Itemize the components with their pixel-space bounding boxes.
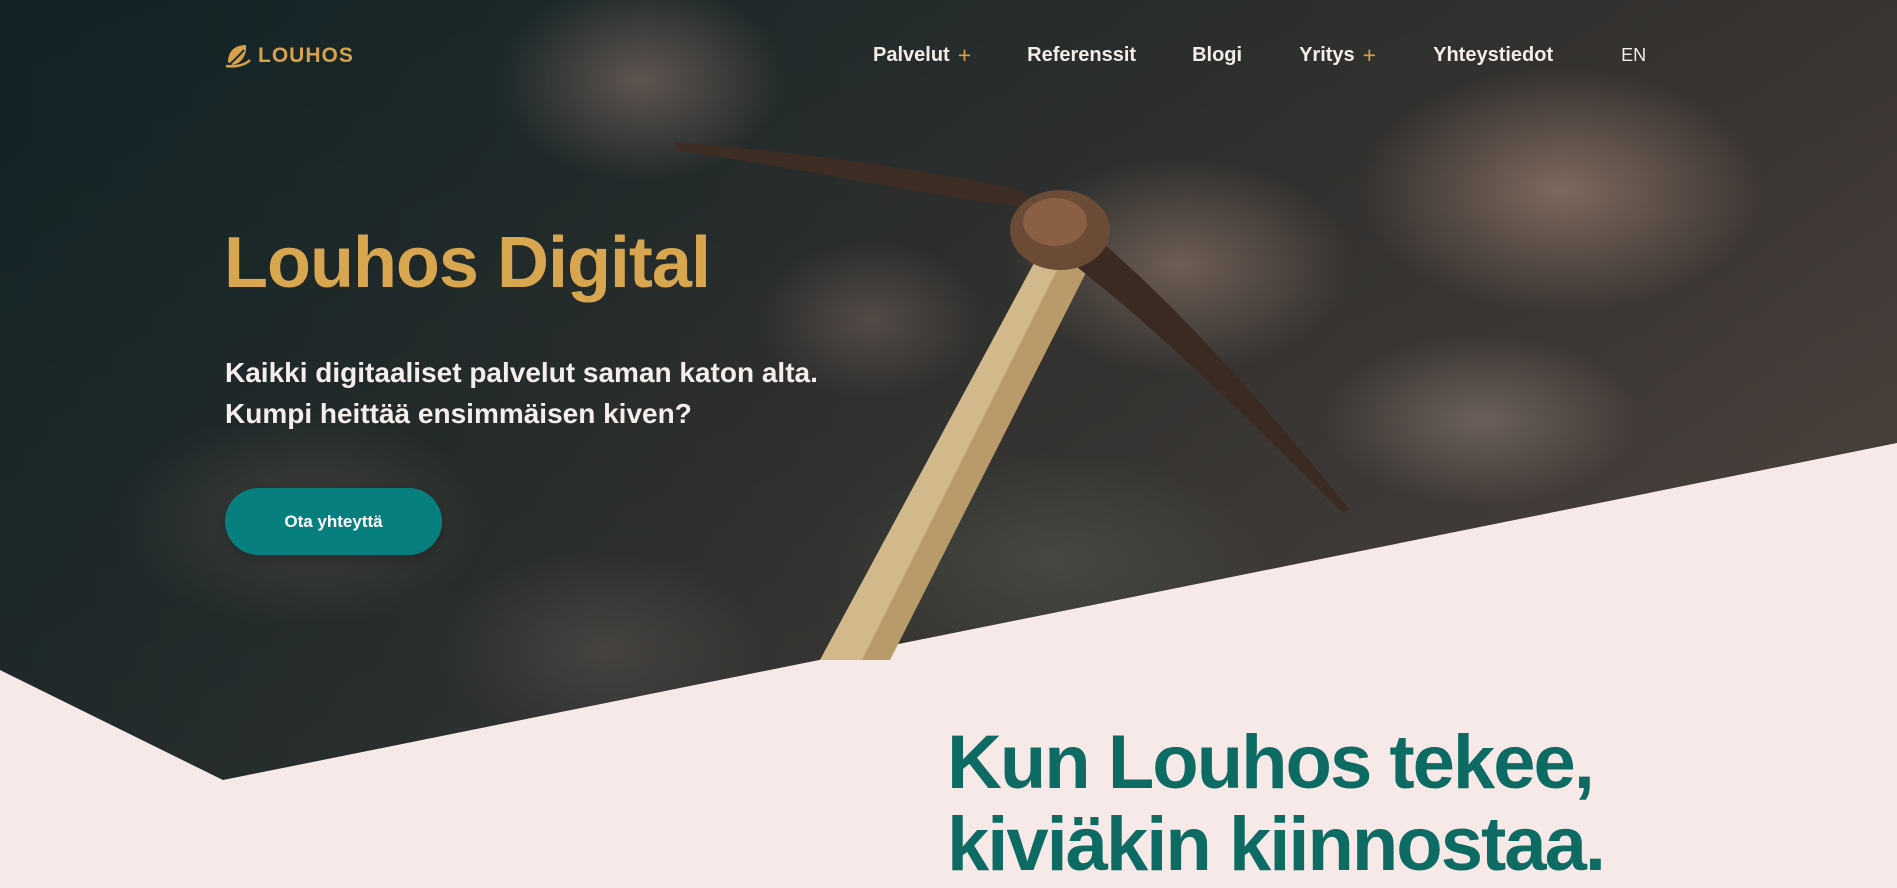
nav-item-blogi[interactable]: Blogi bbox=[1192, 44, 1242, 67]
plus-icon: + bbox=[957, 42, 972, 68]
nav-item-palvelut[interactable]: Palvelut + bbox=[873, 44, 971, 67]
site-header: LOUHOS Palvelut + Referenssit Blogi Yrit… bbox=[0, 0, 1897, 112]
intro-heading-line: Kun Louhos tekee, bbox=[947, 720, 1595, 805]
hero-title: Louhos Digital bbox=[224, 223, 711, 303]
nav-item-label: Yritys bbox=[1299, 44, 1355, 66]
language-switch[interactable]: EN bbox=[1621, 45, 1646, 66]
intro-heading: Kun Louhos tekee, kiviäkin kiinnostaa. bbox=[947, 720, 1606, 887]
intro-heading-line: kiviäkin kiinnostaa. bbox=[947, 802, 1606, 887]
nav-item-yhteystiedot[interactable]: Yhteystiedot bbox=[1433, 44, 1553, 67]
hero-subtitle-line: Kumpi heittää ensimmäisen kiven? bbox=[225, 398, 692, 429]
logo-link[interactable]: LOUHOS bbox=[224, 42, 354, 70]
nav-item-referenssit[interactable]: Referenssit bbox=[1027, 44, 1136, 67]
plus-icon: + bbox=[1362, 42, 1377, 68]
hero-subtitle-line: Kaikki digitaaliset palvelut saman katon… bbox=[225, 357, 818, 388]
louhos-leaf-logo-icon bbox=[225, 45, 251, 68]
nav-item-label: Blogi bbox=[1192, 44, 1243, 66]
contact-cta-button[interactable]: Ota yhteyttä bbox=[225, 488, 442, 555]
logo-text: LOUHOS bbox=[258, 44, 354, 67]
nav-item-label: Palvelut bbox=[873, 44, 950, 66]
nav-item-yritys[interactable]: Yritys + bbox=[1299, 44, 1376, 67]
hero-subtitle: Kaikki digitaaliset palvelut saman katon… bbox=[225, 352, 818, 434]
nav-item-label: Yhteystiedot bbox=[1433, 44, 1554, 66]
main-navigation: Palvelut + Referenssit Blogi Yritys + Yh… bbox=[873, 44, 1646, 67]
nav-item-label: Referenssit bbox=[1027, 44, 1137, 66]
